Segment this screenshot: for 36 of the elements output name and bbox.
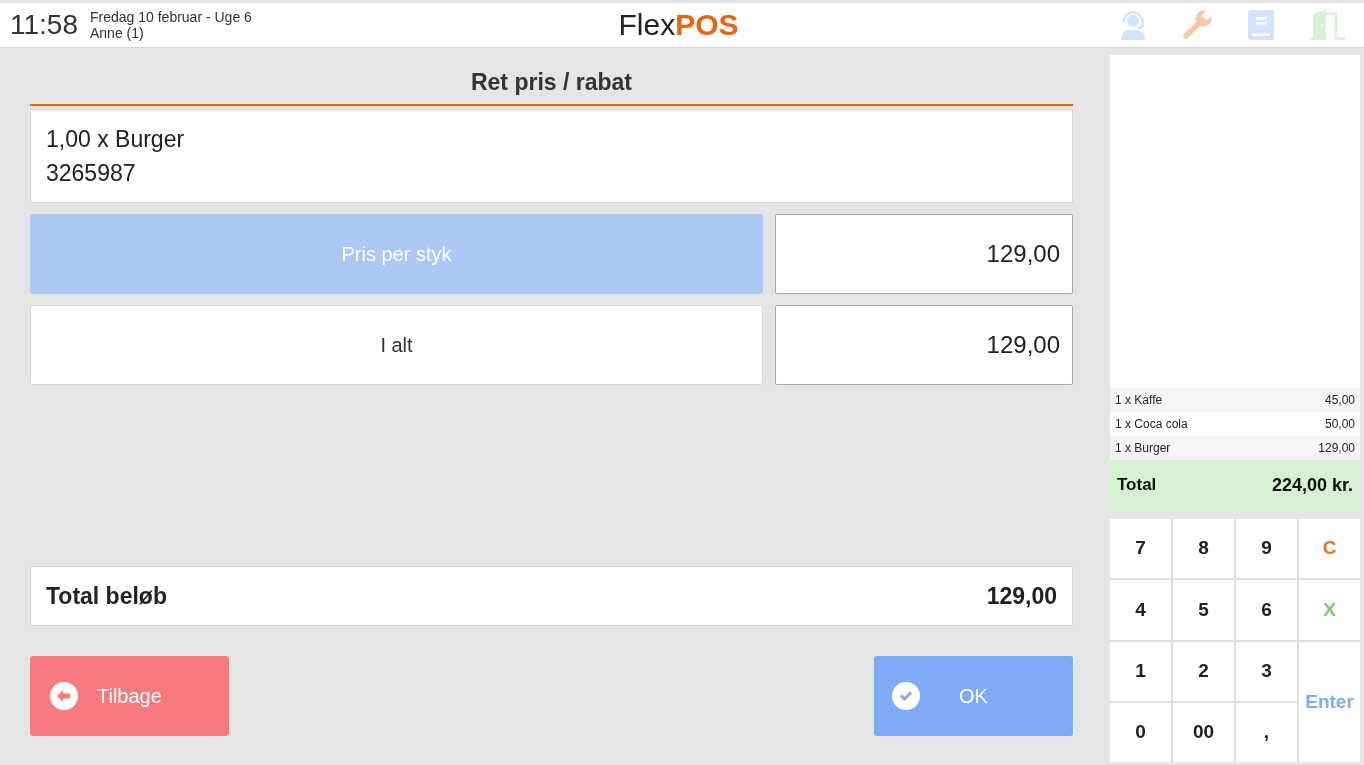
total-label: Total beløb — [46, 581, 167, 611]
keypad-key[interactable]: 0 — [1110, 702, 1171, 762]
headset-person-icon[interactable] — [1120, 10, 1146, 40]
logo: FlexPOS — [618, 10, 739, 40]
keypad-key[interactable]: 4 — [1110, 580, 1171, 640]
amount-field[interactable]: 129,00 — [775, 305, 1073, 385]
receipt-amount: 50,00 — [1324, 416, 1355, 433]
door-icon[interactable] — [1310, 10, 1347, 40]
keypad-key[interactable]: 3 — [1236, 641, 1297, 701]
user-name: Anne (1) — [90, 25, 145, 41]
keypad-key[interactable]: 1 — [1110, 641, 1171, 701]
receipt-item: 1 x Coca cola — [1115, 416, 1188, 433]
keypad-key[interactable]: 6 — [1236, 580, 1297, 640]
receipt-item: 1 x Kaffe — [1115, 392, 1163, 409]
field-label-button[interactable]: I alt — [30, 305, 763, 385]
keypad-key[interactable]: 7 — [1110, 519, 1171, 579]
receipt-amount: 129,00 — [1318, 440, 1355, 457]
keypad-key[interactable]: 2 — [1173, 641, 1234, 701]
receipt-amount: 45,00 — [1324, 392, 1355, 409]
date-text: Fredag 10 februar - Uge 6 — [90, 9, 252, 25]
receipt-item: 1 x Burger — [1115, 440, 1171, 457]
receipt-total-value: 224,00 kr. — [1271, 473, 1353, 497]
product-code: 3265987 — [46, 159, 137, 188]
wrench-icon[interactable] — [1182, 10, 1212, 40]
total-value: 129,00 — [986, 581, 1057, 611]
product-name: 1,00 x Burger — [46, 125, 186, 154]
clock-time: 11:58 — [10, 11, 78, 39]
keypad-key[interactable]: 5 — [1173, 580, 1234, 640]
keypad-key[interactable]: 00 — [1173, 702, 1234, 762]
keypad-key[interactable]: 9 — [1236, 519, 1297, 579]
receipt-total-label: Total — [1117, 474, 1157, 497]
dialog-title: Ret pris / rabat — [470, 68, 632, 98]
amount-field[interactable]: 129,00 — [775, 214, 1073, 294]
keypad-key[interactable]: , — [1236, 702, 1297, 762]
book-icon[interactable] — [1248, 10, 1274, 40]
keypad-key[interactable]: 8 — [1173, 519, 1234, 579]
